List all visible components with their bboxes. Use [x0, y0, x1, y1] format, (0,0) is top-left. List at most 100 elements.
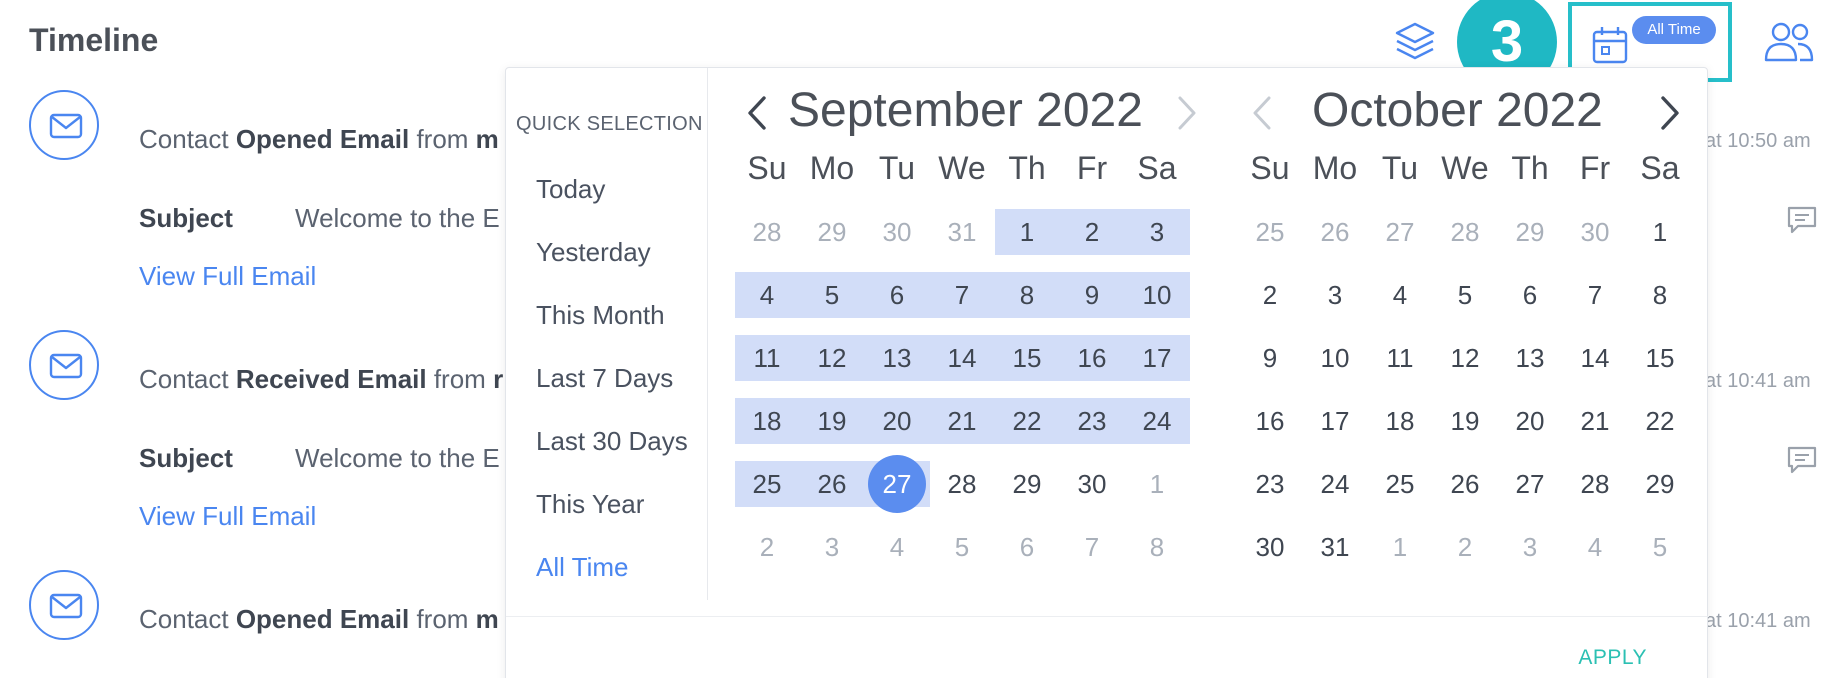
calendar-day[interactable]: 11	[1368, 335, 1432, 381]
calendar-day[interactable]: 30	[1238, 524, 1302, 570]
calendar-day[interactable]: 14	[930, 335, 994, 381]
calendar-day-outside-month[interactable]: 2	[735, 524, 799, 570]
calendar-day[interactable]: 21	[1563, 398, 1627, 444]
calendar-day[interactable]: 18	[735, 398, 799, 444]
calendar-day[interactable]: 17	[1125, 335, 1189, 381]
calendar-day-outside-month[interactable]: 2	[1433, 524, 1497, 570]
calendar-day[interactable]: 7	[1563, 272, 1627, 318]
calendar-day[interactable]: 3	[1303, 272, 1367, 318]
calendar-day-outside-month[interactable]: 29	[1498, 209, 1562, 255]
calendar-day[interactable]: 16	[1238, 398, 1302, 444]
calendar-day-outside-month[interactable]: 6	[995, 524, 1059, 570]
calendar-day[interactable]: 20	[1498, 398, 1562, 444]
calendar-day-outside-month[interactable]: 3	[1498, 524, 1562, 570]
calendar-day[interactable]: 12	[1433, 335, 1497, 381]
calendar-day-outside-month[interactable]: 26	[1303, 209, 1367, 255]
calendar-day[interactable]: 26	[1433, 461, 1497, 507]
calendar-day[interactable]: 2	[1060, 209, 1124, 255]
calendar-day-outside-month[interactable]: 4	[1563, 524, 1627, 570]
calendar-day-outside-month[interactable]: 30	[865, 209, 929, 255]
calendar-day-outside-month[interactable]: 8	[1125, 524, 1189, 570]
comment-icon[interactable]	[1786, 205, 1818, 235]
calendar-day-outside-month[interactable]: 5	[1628, 524, 1692, 570]
calendar-day-outside-month[interactable]: 30	[1563, 209, 1627, 255]
calendar-day[interactable]: 30	[1060, 461, 1124, 507]
calendar-day[interactable]: 22	[995, 398, 1059, 444]
layers-icon[interactable]	[1391, 18, 1439, 66]
calendar-day[interactable]: 19	[1433, 398, 1497, 444]
calendar-day[interactable]: 18	[1368, 398, 1432, 444]
calendar-day[interactable]: 9	[1238, 335, 1302, 381]
apply-button[interactable]: APPLY	[1578, 646, 1647, 670]
calendar-day[interactable]: 25	[1368, 461, 1432, 507]
quick-option-today[interactable]: Today	[536, 174, 605, 205]
calendar-day[interactable]: 2	[1238, 272, 1302, 318]
quick-option-this-year[interactable]: This Year	[536, 489, 644, 520]
calendar-day-outside-month[interactable]: 4	[865, 524, 929, 570]
quick-option-last-7-days[interactable]: Last 7 Days	[536, 363, 673, 394]
calendar-day[interactable]: 12	[800, 335, 864, 381]
calendar-day[interactable]: 28	[930, 461, 994, 507]
calendar-day[interactable]: 15	[1628, 335, 1692, 381]
calendar-day[interactable]: 22	[1628, 398, 1692, 444]
view-full-email-link[interactable]: View Full Email	[139, 261, 316, 292]
calendar-day[interactable]: 10	[1303, 335, 1367, 381]
calendar-day[interactable]: 27	[1498, 461, 1562, 507]
calendar-day[interactable]: 4	[1368, 272, 1432, 318]
calendar-day-outside-month[interactable]: 5	[930, 524, 994, 570]
prev-month-icon[interactable]	[738, 88, 778, 138]
calendar-day[interactable]: 28	[1563, 461, 1627, 507]
calendar-day-outside-month[interactable]: 28	[1433, 209, 1497, 255]
view-full-email-link[interactable]: View Full Email	[139, 501, 316, 532]
quick-option-last-30-days[interactable]: Last 30 Days	[536, 426, 688, 457]
calendar-day[interactable]: 21	[930, 398, 994, 444]
calendar-day[interactable]: 10	[1125, 272, 1189, 318]
calendar-day[interactable]: 24	[1125, 398, 1189, 444]
next-month-icon[interactable]	[1649, 88, 1689, 138]
calendar-day-outside-month[interactable]: 25	[1238, 209, 1302, 255]
calendar-day[interactable]: 3	[1125, 209, 1189, 255]
calendar-day[interactable]: 27	[865, 461, 929, 507]
calendar-day[interactable]: 26	[800, 461, 864, 507]
calendar-day-outside-month[interactable]: 1	[1368, 524, 1432, 570]
calendar-day[interactable]: 23	[1238, 461, 1302, 507]
calendar-day[interactable]: 8	[1628, 272, 1692, 318]
calendar-day[interactable]: 25	[735, 461, 799, 507]
calendar-day-outside-month[interactable]: 3	[800, 524, 864, 570]
calendar-day[interactable]: 19	[800, 398, 864, 444]
calendar-day[interactable]: 16	[1060, 335, 1124, 381]
calendar-day[interactable]: 1	[995, 209, 1059, 255]
calendar-day[interactable]: 6	[865, 272, 929, 318]
quick-option-all-time[interactable]: All Time	[536, 552, 628, 583]
calendar-day-outside-month[interactable]: 1	[1125, 461, 1189, 507]
quick-option-yesterday[interactable]: Yesterday	[536, 237, 651, 268]
calendar-day[interactable]: 15	[995, 335, 1059, 381]
calendar-day[interactable]: 8	[995, 272, 1059, 318]
calendar-day-outside-month[interactable]: 7	[1060, 524, 1124, 570]
calendar-day-outside-month[interactable]: 28	[735, 209, 799, 255]
calendar-day-outside-month[interactable]: 31	[930, 209, 994, 255]
comment-icon[interactable]	[1786, 445, 1818, 475]
calendar-day[interactable]: 23	[1060, 398, 1124, 444]
calendar-day[interactable]: 1	[1628, 209, 1692, 255]
people-icon[interactable]	[1762, 18, 1816, 66]
calendar-day[interactable]: 29	[995, 461, 1059, 507]
calendar-day[interactable]: 17	[1303, 398, 1367, 444]
calendar-day-outside-month[interactable]: 29	[800, 209, 864, 255]
calendar-day[interactable]: 31	[1303, 524, 1367, 570]
calendar-day[interactable]: 29	[1628, 461, 1692, 507]
calendar-day[interactable]: 7	[930, 272, 994, 318]
calendar-day[interactable]: 24	[1303, 461, 1367, 507]
calendar-day[interactable]: 20	[865, 398, 929, 444]
calendar-day[interactable]: 9	[1060, 272, 1124, 318]
calendar-day[interactable]: 5	[800, 272, 864, 318]
quick-option-this-month[interactable]: This Month	[536, 300, 665, 331]
calendar-day[interactable]: 4	[735, 272, 799, 318]
calendar-day[interactable]: 13	[1498, 335, 1562, 381]
calendar-day[interactable]: 11	[735, 335, 799, 381]
calendar-day[interactable]: 14	[1563, 335, 1627, 381]
calendar-day[interactable]: 6	[1498, 272, 1562, 318]
calendar-day-outside-month[interactable]: 27	[1368, 209, 1432, 255]
calendar-day[interactable]: 5	[1433, 272, 1497, 318]
calendar-day[interactable]: 13	[865, 335, 929, 381]
